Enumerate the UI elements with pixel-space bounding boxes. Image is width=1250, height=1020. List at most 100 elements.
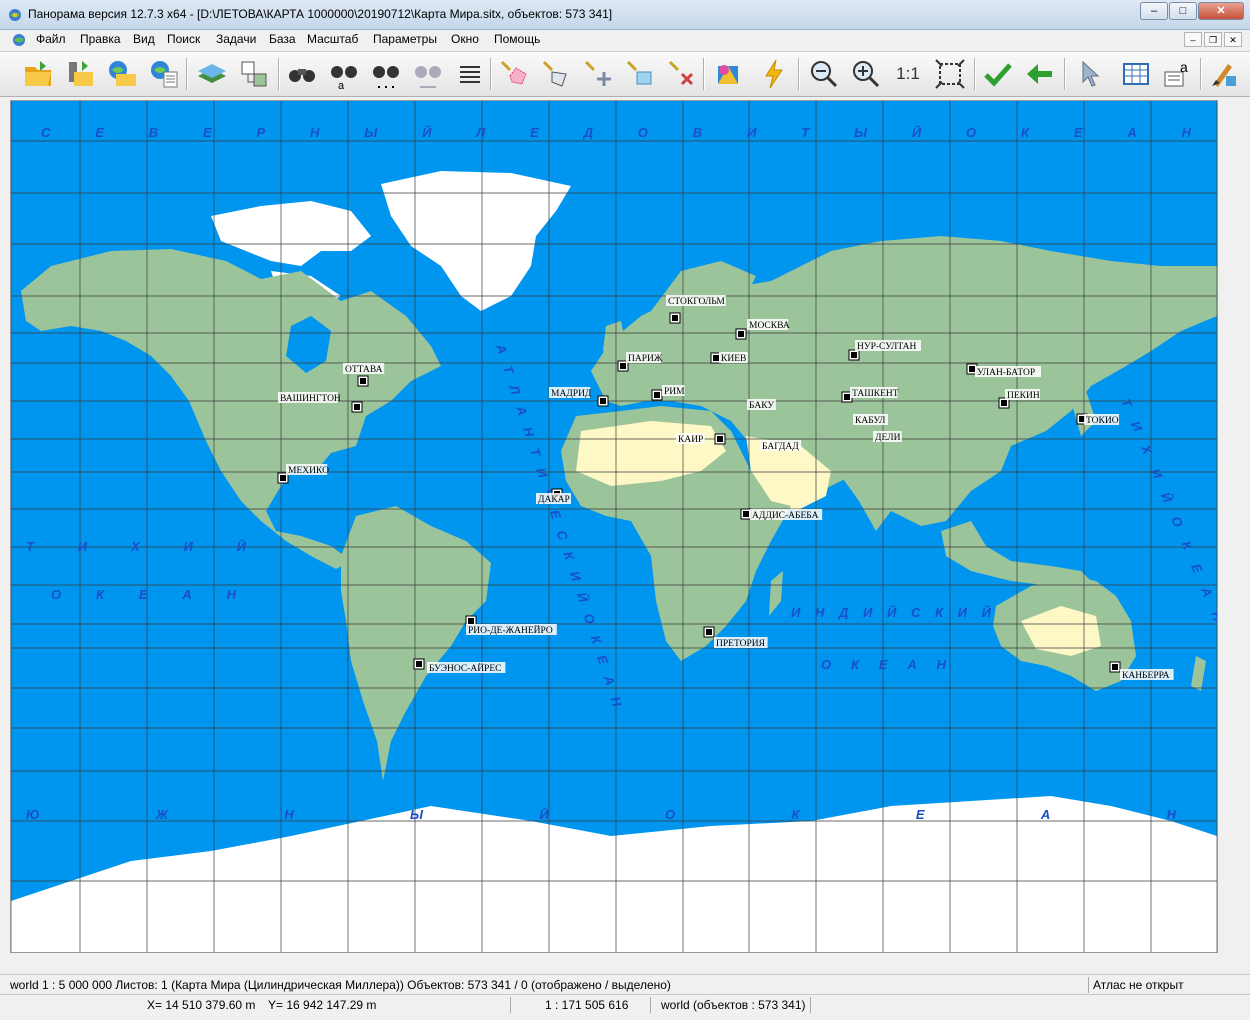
paint-brush-icon[interactable] xyxy=(1206,56,1242,92)
search-by-name-icon[interactable]: a xyxy=(326,56,362,92)
menu-parameters[interactable]: Параметры xyxy=(373,32,437,46)
open-geoportal-icon[interactable] xyxy=(146,56,182,92)
fit-window-icon[interactable] xyxy=(932,56,968,92)
main-toolbar: a 1:1 a xyxy=(0,51,1250,97)
menu-database[interactable]: База xyxy=(269,32,296,46)
city-label: ТАШКЕНТ xyxy=(852,389,899,399)
lightning-icon[interactable] xyxy=(756,56,792,92)
open-folder-icon[interactable] xyxy=(20,56,56,92)
map-info-status: world 1 : 5 000 000 Листов: 1 (Карта Мир… xyxy=(10,978,671,992)
menu-view[interactable]: Вид xyxy=(133,32,155,46)
svg-text:a: a xyxy=(338,80,345,90)
city-label: МАДРИД xyxy=(551,389,592,399)
menu-edit[interactable]: Правка xyxy=(80,32,121,46)
back-arrow-icon[interactable] xyxy=(1022,56,1058,92)
map-view[interactable]: С Е В Е Р Н Ы Й Л Е Д О В И Т Ы Й О К Е … xyxy=(10,100,1218,953)
city-label: НУР-СУЛТАН xyxy=(857,342,917,352)
city-marker-core xyxy=(969,366,975,372)
close-button[interactable]: ✕ xyxy=(1198,2,1244,20)
city-label: КАНБЕРРА xyxy=(1122,671,1170,681)
menu-scale[interactable]: Масштаб xyxy=(307,32,358,46)
city-marker-core xyxy=(600,398,606,404)
svg-text:a: a xyxy=(1180,59,1188,75)
zoom-in-icon[interactable] xyxy=(848,56,884,92)
city-label: ПАРИЖ xyxy=(628,354,663,364)
city-label: КИЕВ xyxy=(721,354,746,364)
ocean-label-indian-1: И Н Д И Й С К И Й xyxy=(791,604,992,620)
map-paint-icon[interactable] xyxy=(622,56,658,92)
city-label: ТОКИО xyxy=(1086,416,1119,426)
search-binoculars-icon[interactable] xyxy=(284,56,320,92)
city-marker-core xyxy=(620,363,626,369)
menu-window[interactable]: Окно xyxy=(451,32,479,46)
minimize-button[interactable]: – xyxy=(1140,2,1168,20)
city-label: АДДИС-АБЕБА xyxy=(752,511,819,521)
add-object-icon[interactable] xyxy=(580,56,616,92)
mdi-close-button[interactable]: ✕ xyxy=(1224,32,1242,47)
city-label: МЕХИКО xyxy=(288,466,329,476)
coord-y: Y= 16 942 147.29 m xyxy=(268,998,377,1012)
scale-1-1-icon[interactable]: 1:1 xyxy=(890,56,926,92)
map-list-icon[interactable] xyxy=(236,56,272,92)
current-scale: 1 : 171 505 616 xyxy=(545,998,629,1012)
city-label: БАКУ xyxy=(749,401,774,411)
city-label: ВАШИНГТОН xyxy=(280,394,341,404)
select-object-icon[interactable] xyxy=(496,56,532,92)
city-marker-core xyxy=(280,475,286,481)
ocean-label-pacific-west-2: О К Е А Н xyxy=(51,587,237,602)
menu-tasks[interactable]: Задачи xyxy=(216,32,256,46)
world-map[interactable]: С Е В Е Р Н Ы Й Л Е Д О В И Т Ы Й О К Е … xyxy=(11,101,1218,953)
world-objects-status: world (объектов : 573 341) xyxy=(661,998,806,1012)
window-title: Панорама версия 12.7.3 x64 - [D:\ЛЕТОВА\… xyxy=(28,7,613,21)
mdi-minimize-button[interactable]: – xyxy=(1184,32,1202,47)
city-marker-core xyxy=(743,511,749,517)
zoom-out-icon[interactable] xyxy=(806,56,842,92)
city-label: ПЕКИН xyxy=(1007,391,1040,401)
city-label: СТОКГОЛЬМ xyxy=(668,297,725,307)
status-bar-top: world 1 : 5 000 000 Листов: 1 (Карта Мир… xyxy=(0,974,1250,995)
color-palette-icon[interactable] xyxy=(710,56,746,92)
city-marker-core xyxy=(706,629,712,635)
city-label: КАБУЛ xyxy=(855,416,886,426)
table-icon[interactable] xyxy=(1118,56,1154,92)
mdi-restore-button[interactable]: ❐ xyxy=(1204,32,1222,47)
city-label: БУЭНОС-АЙРЕС xyxy=(429,662,501,674)
city-label: ПРЕТОРИЯ xyxy=(716,639,766,649)
city-label: РИО-ДЕ-ЖАНЕЙРО xyxy=(468,624,553,636)
select-area-icon[interactable] xyxy=(538,56,574,92)
object-list-icon[interactable] xyxy=(452,56,488,92)
search-next-icon[interactable] xyxy=(410,56,446,92)
open-data-icon[interactable] xyxy=(62,56,98,92)
layers-icon[interactable] xyxy=(194,56,230,92)
status-bar-bottom: X= 14 510 379.60 m Y= 16 942 147.29 m 1 … xyxy=(0,994,1250,1015)
city-marker-core xyxy=(713,355,719,361)
city-marker-core xyxy=(354,404,360,410)
city-label: ОТТАВА xyxy=(345,365,383,375)
menu-search[interactable]: Поиск xyxy=(167,32,200,46)
menu-help[interactable]: Помощь xyxy=(494,32,540,46)
pointer-icon[interactable] xyxy=(1072,56,1108,92)
city-label: МОСКВА xyxy=(749,321,790,331)
search-by-area-icon[interactable] xyxy=(368,56,404,92)
menu-bar: Файл Правка Вид Поиск Задачи База Масшта… xyxy=(0,30,1250,50)
city-marker-core xyxy=(468,618,474,624)
open-remote-icon[interactable] xyxy=(104,56,140,92)
maximize-button[interactable]: □ xyxy=(1169,2,1197,20)
city-marker-core xyxy=(360,378,366,384)
city-label: КАИР xyxy=(678,435,703,445)
text-edit-icon[interactable]: a xyxy=(1160,56,1196,92)
ocean-label-indian-2: О К Е А Н xyxy=(821,657,947,672)
app-logo-icon xyxy=(9,9,21,21)
city-marker-core xyxy=(717,436,723,442)
delete-select-icon[interactable] xyxy=(664,56,700,92)
title-bar: Панорама версия 12.7.3 x64 - [D:\ЛЕТОВА\… xyxy=(0,0,1250,30)
map-document-icon[interactable] xyxy=(12,33,26,47)
coord-x: X= 14 510 379.60 m xyxy=(147,998,256,1012)
apply-check-icon[interactable] xyxy=(980,56,1016,92)
city-label: УЛАН-БАТОР xyxy=(977,368,1035,378)
city-label: ДАКАР xyxy=(538,495,570,505)
city-marker-core xyxy=(672,315,678,321)
menu-file[interactable]: Файл xyxy=(36,32,66,46)
city-label: БАГДАД xyxy=(762,442,799,452)
city-marker-core xyxy=(844,394,850,400)
